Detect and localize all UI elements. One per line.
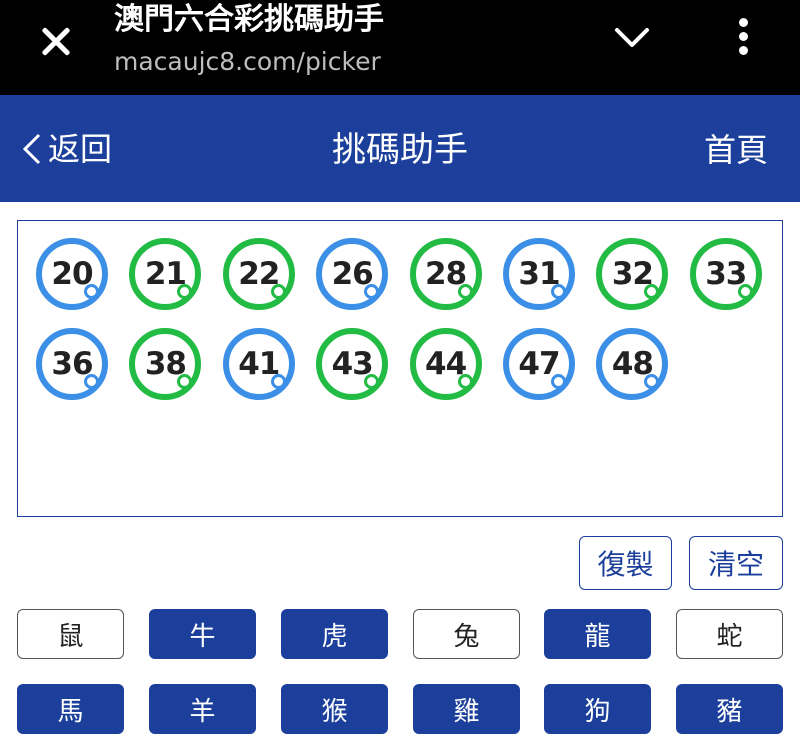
- ball-shine-icon: [177, 284, 193, 299]
- page-title: 挑碼助手: [332, 130, 468, 170]
- browser-page-title: 澳門六合彩挑碼助手: [114, 2, 384, 37]
- ball-shine-icon: [364, 284, 380, 299]
- zodiac-button[interactable]: 虎: [281, 609, 388, 659]
- selected-numbers-panel: 20 21 22 26 28 31 32 33 36 38 41 43 44 47 48: [17, 220, 783, 517]
- zodiac-button[interactable]: 蛇: [676, 609, 783, 659]
- number-ball[interactable]: 38: [129, 328, 202, 400]
- ball-shine-icon: [457, 284, 473, 299]
- ball-shine-icon: [84, 374, 99, 389]
- number-ball[interactable]: 36: [36, 328, 108, 400]
- browser-url[interactable]: macaujc8.com/picker: [114, 47, 381, 77]
- close-icon[interactable]: [36, 22, 76, 62]
- app-header: 返回 挑碼助手 首頁: [0, 95, 800, 202]
- ball-shine-icon: [84, 284, 99, 299]
- ball-shine-icon: [644, 374, 660, 389]
- number-ball[interactable]: 20: [36, 238, 108, 310]
- zodiac-button[interactable]: 龍: [544, 609, 651, 659]
- number-ball[interactable]: 32: [596, 238, 669, 310]
- number-ball[interactable]: 44: [409, 328, 482, 400]
- zodiac-button[interactable]: 牛: [149, 609, 256, 659]
- browser-toolbar: 澳門六合彩挑碼助手 macaujc8.com/picker: [0, 0, 800, 95]
- ball-shine-icon: [551, 374, 566, 389]
- more-options-icon[interactable]: [736, 18, 752, 58]
- ball-shine-icon: [644, 284, 660, 299]
- number-ball[interactable]: 43: [316, 328, 389, 400]
- number-ball[interactable]: 22: [222, 238, 295, 310]
- copy-button[interactable]: 復製: [579, 536, 672, 590]
- zodiac-button[interactable]: 狗: [544, 684, 651, 734]
- zodiac-button[interactable]: 雞: [413, 684, 520, 734]
- number-ball[interactable]: 26: [316, 238, 389, 310]
- home-link[interactable]: 首頁: [704, 131, 768, 169]
- ball-shine-icon: [177, 374, 193, 389]
- zodiac-button[interactable]: 豬: [676, 684, 783, 734]
- ball-shine-icon: [270, 284, 286, 299]
- ball-shine-icon: [270, 374, 286, 389]
- zodiac-button[interactable]: 馬: [17, 684, 124, 734]
- number-ball[interactable]: 28: [409, 238, 482, 310]
- zodiac-button[interactable]: 鼠: [17, 609, 124, 659]
- number-ball[interactable]: 48: [596, 328, 669, 400]
- ball-shine-icon: [737, 284, 753, 299]
- ball-shine-icon: [364, 374, 380, 389]
- number-ball[interactable]: 31: [503, 238, 575, 310]
- clear-button[interactable]: 清空: [689, 536, 783, 590]
- chevron-down-icon[interactable]: [614, 26, 650, 50]
- zodiac-button[interactable]: 羊: [149, 684, 256, 734]
- number-ball[interactable]: 33: [689, 238, 762, 310]
- zodiac-button[interactable]: 兔: [413, 609, 520, 659]
- ball-shine-icon: [551, 284, 566, 299]
- number-ball[interactable]: 21: [129, 238, 202, 310]
- ball-shine-icon: [457, 374, 473, 389]
- number-ball[interactable]: 47: [503, 328, 575, 400]
- number-ball[interactable]: 41: [222, 328, 295, 400]
- zodiac-button[interactable]: 猴: [281, 684, 388, 734]
